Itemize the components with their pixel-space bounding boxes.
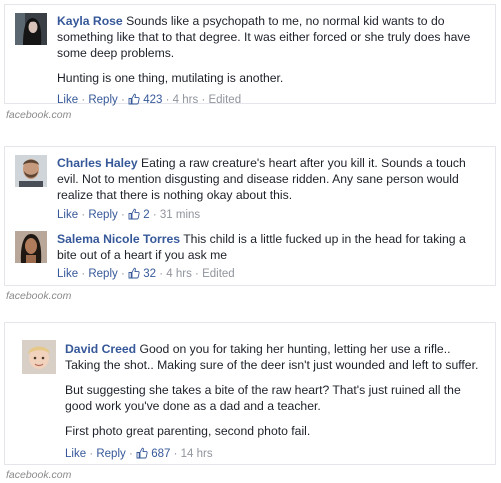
likes-count: 687 bbox=[151, 448, 171, 460]
edited-label[interactable]: Edited bbox=[202, 268, 235, 280]
comment-text: First photo great parenting, second phot… bbox=[65, 424, 311, 438]
comment-actions: Like · Reply · 423 · 4 hrs · Edited bbox=[57, 93, 242, 106]
comment-author[interactable]: David Creed bbox=[65, 342, 136, 356]
comment-card-3: David Creed Good on you for taking her h… bbox=[4, 322, 496, 465]
reply-link[interactable]: Reply bbox=[88, 209, 117, 221]
like-link[interactable]: Like bbox=[57, 268, 78, 280]
like-link[interactable]: Like bbox=[57, 94, 78, 106]
reply-link[interactable]: Reply bbox=[88, 268, 117, 280]
like-count[interactable]: 423 bbox=[128, 93, 163, 106]
comment-author[interactable]: Salema Nicole Torres bbox=[57, 232, 180, 246]
like-count[interactable]: 687 bbox=[136, 447, 171, 460]
likes-count: 2 bbox=[143, 209, 150, 221]
comment-author[interactable]: Charles Haley bbox=[57, 156, 138, 170]
comment-text: Hunting is one thing, mutilating is anot… bbox=[57, 71, 284, 85]
avatar[interactable] bbox=[15, 231, 47, 263]
source-label: facebook.com bbox=[6, 469, 72, 481]
like-count[interactable]: 2 bbox=[128, 208, 150, 221]
like-link[interactable]: Like bbox=[57, 209, 78, 221]
likes-count: 32 bbox=[143, 268, 157, 280]
thumbs-up-icon bbox=[128, 93, 140, 105]
thumbs-up-icon bbox=[128, 267, 140, 279]
avatar[interactable] bbox=[22, 340, 56, 374]
timestamp[interactable]: 14 hrs bbox=[181, 448, 213, 460]
comment-author[interactable]: Kayla Rose bbox=[57, 14, 123, 28]
comment-text: But suggesting she takes a bite of the r… bbox=[65, 383, 461, 413]
likes-count: 423 bbox=[143, 94, 163, 106]
thumbs-up-icon bbox=[128, 208, 140, 220]
like-link[interactable]: Like bbox=[65, 448, 86, 460]
source-label: facebook.com bbox=[6, 109, 72, 121]
comment-actions: Like · Reply · 687 · 14 hrs bbox=[65, 447, 213, 460]
comment-actions: Like · Reply · 2 · 31 mins bbox=[57, 208, 201, 221]
reply-link[interactable]: Reply bbox=[96, 448, 125, 460]
comment-card-1: Kayla Rose Sounds like a psychopath to m… bbox=[4, 4, 496, 106]
like-count[interactable]: 32 bbox=[128, 267, 157, 280]
comment-actions: Like · Reply · 32 · 4 hrs · Edited bbox=[57, 267, 235, 280]
source-label: facebook.com bbox=[6, 290, 72, 302]
edited-label[interactable]: Edited bbox=[208, 94, 241, 106]
reply-link[interactable]: Reply bbox=[88, 94, 117, 106]
timestamp[interactable]: 4 hrs bbox=[166, 268, 192, 280]
comment-card-2: Charles Haley Eating a raw creature's he… bbox=[4, 146, 496, 286]
timestamp[interactable]: 4 hrs bbox=[173, 94, 199, 106]
avatar[interactable] bbox=[15, 13, 47, 45]
thumbs-up-icon bbox=[136, 447, 148, 459]
avatar[interactable] bbox=[15, 155, 47, 187]
timestamp[interactable]: 31 mins bbox=[160, 209, 200, 221]
